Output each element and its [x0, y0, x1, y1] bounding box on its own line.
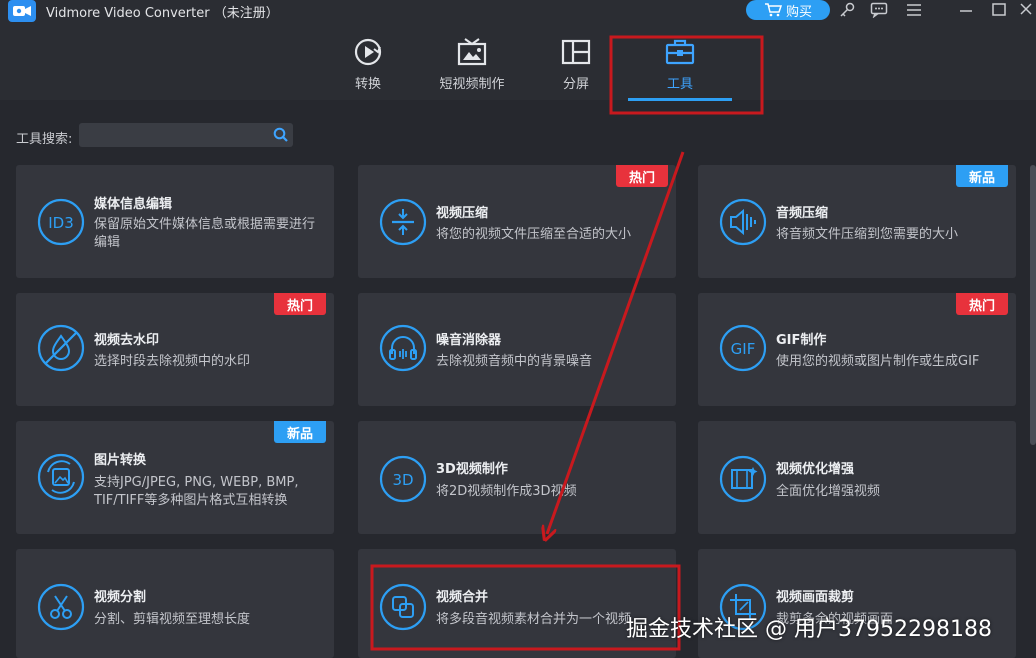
tool-desc: 将您的视频文件压缩至合适的大小	[436, 227, 632, 242]
search-box	[79, 123, 293, 147]
tool-card-noise-remover[interactable]: 噪音消除器 去除视频音频中的背景噪音	[358, 293, 676, 406]
tool-title: GIF制作	[776, 333, 827, 348]
svg-text:GIF: GIF	[731, 340, 756, 358]
tool-title: 视频分割	[94, 590, 147, 605]
menu-icon[interactable]	[905, 2, 923, 18]
tab-convert-label: 转换	[354, 77, 381, 92]
tool-title: 视频画面裁剪	[776, 590, 855, 605]
tab-mv[interactable]: 短视频制作	[422, 37, 522, 97]
minimize-icon[interactable]	[957, 2, 975, 18]
tool-desc: 将2D视频制作成3D视频	[436, 484, 577, 499]
key-icon[interactable]	[838, 2, 856, 18]
tab-collage[interactable]: 分屏	[526, 37, 626, 97]
gif-icon: GIF	[719, 324, 767, 372]
tab-mv-label: 短视频制作	[439, 77, 505, 92]
hot-badge: 热门	[616, 165, 668, 187]
tool-card-image-convert[interactable]: 新品 图片转换 支持JPG/JPEG, PNG, WEBP, BMP, TIF/…	[16, 421, 334, 534]
tool-desc: 全面优化增强视频	[776, 484, 881, 499]
convert-icon	[354, 38, 382, 66]
tool-title: 视频去水印	[94, 333, 160, 348]
close-icon[interactable]	[1018, 2, 1036, 18]
3d-icon: 3D	[379, 455, 427, 503]
tool-title: 图片转换	[94, 453, 147, 468]
maximize-icon[interactable]	[990, 2, 1008, 18]
hot-badge: 热门	[274, 293, 326, 315]
tool-card-audio-compress[interactable]: 新品 音频压缩 将音频文件压缩到您需要的大小	[698, 165, 1016, 278]
compress-icon	[379, 198, 427, 246]
scrollbar[interactable]	[1030, 165, 1036, 445]
search-label: 工具搜索:	[16, 132, 73, 147]
active-tab-indicator	[628, 98, 732, 101]
tool-title: 视频压缩	[436, 206, 489, 221]
main-nav: 转换 短视频制作 分屏 工具	[0, 22, 1036, 100]
headphone-icon	[379, 324, 427, 372]
tool-card-3d-maker[interactable]: 3D 3D视频制作 将2D视频制作成3D视频	[358, 421, 676, 534]
scissors-icon	[37, 583, 85, 631]
search-input[interactable]	[79, 123, 269, 147]
watermark-remove-icon	[37, 324, 85, 372]
tool-title: 音频压缩	[776, 206, 829, 221]
watermark: 掘金技术社区 @ 用户37952298188	[626, 617, 992, 642]
tool-card-video-split[interactable]: 视频分割 分割、剪辑视频至理想长度	[16, 549, 334, 658]
new-badge: 新品	[274, 421, 326, 443]
tool-title: 3D视频制作	[436, 462, 508, 477]
feedback-icon[interactable]	[870, 2, 888, 18]
mv-icon	[457, 38, 487, 66]
tool-title: 媒体信息编辑	[94, 197, 173, 212]
tool-desc: 将音频文件压缩到您需要的大小	[776, 227, 959, 242]
collage-icon	[561, 39, 591, 65]
tool-card-media-info[interactable]: ID3 媒体信息编辑 保留原始文件媒体信息或根据需要进行编辑	[16, 165, 334, 278]
tab-convert[interactable]: 转换	[318, 37, 418, 97]
tool-title: 噪音消除器	[436, 333, 502, 348]
tool-desc: 去除视频音频中的背景噪音	[436, 354, 593, 369]
tool-desc: 保留原始文件媒体信息或根据需要进行编辑	[94, 217, 316, 250]
tool-card-remove-watermark[interactable]: 热门 视频去水印 选择时段去除视频中的水印	[16, 293, 334, 406]
tab-toolbox-label: 工具	[666, 77, 693, 92]
tool-desc: 分割、剪辑视频至理想长度	[94, 612, 251, 627]
toolbox-icon	[665, 39, 695, 65]
search-icon[interactable]	[273, 127, 289, 143]
tab-toolbox[interactable]: 工具	[630, 37, 730, 97]
hot-badge: 热门	[956, 293, 1008, 315]
tool-desc: 使用您的视频或图片制作或生成GIF	[776, 354, 980, 369]
tool-title: 视频优化增强	[776, 462, 855, 477]
svg-text:3D: 3D	[392, 471, 413, 489]
app-logo	[8, 0, 36, 22]
tab-collage-label: 分屏	[562, 77, 589, 92]
cart-icon	[764, 3, 782, 17]
tool-card-video-enhance[interactable]: 视频优化增强 全面优化增强视频	[698, 421, 1016, 534]
title-bar: Vidmore Video Converter （未注册） 购买	[0, 0, 1036, 22]
image-convert-icon	[37, 453, 85, 501]
id3-icon: ID3	[37, 198, 85, 246]
audio-compress-icon	[719, 198, 767, 246]
new-badge: 新品	[956, 165, 1008, 187]
app-title: Vidmore Video Converter （未注册）	[46, 6, 279, 21]
tool-card-gif-maker[interactable]: 热门 GIF GIF制作 使用您的视频或图片制作或生成GIF	[698, 293, 1016, 406]
buy-label: 购买	[785, 4, 812, 20]
tool-title: 视频合并	[436, 590, 489, 605]
svg-text:ID3: ID3	[48, 214, 74, 232]
tool-card-video-compress[interactable]: 热门 视频压缩 将您的视频文件压缩至合适的大小	[358, 165, 676, 278]
tool-desc: 选择时段去除视频中的水印	[94, 354, 251, 369]
tool-desc: 支持JPG/JPEG, PNG, WEBP, BMP, TIF/TIFF等多种图…	[94, 475, 299, 508]
merge-icon	[379, 583, 427, 631]
buy-button[interactable]: 购买	[746, 0, 830, 20]
enhance-icon	[719, 455, 767, 503]
